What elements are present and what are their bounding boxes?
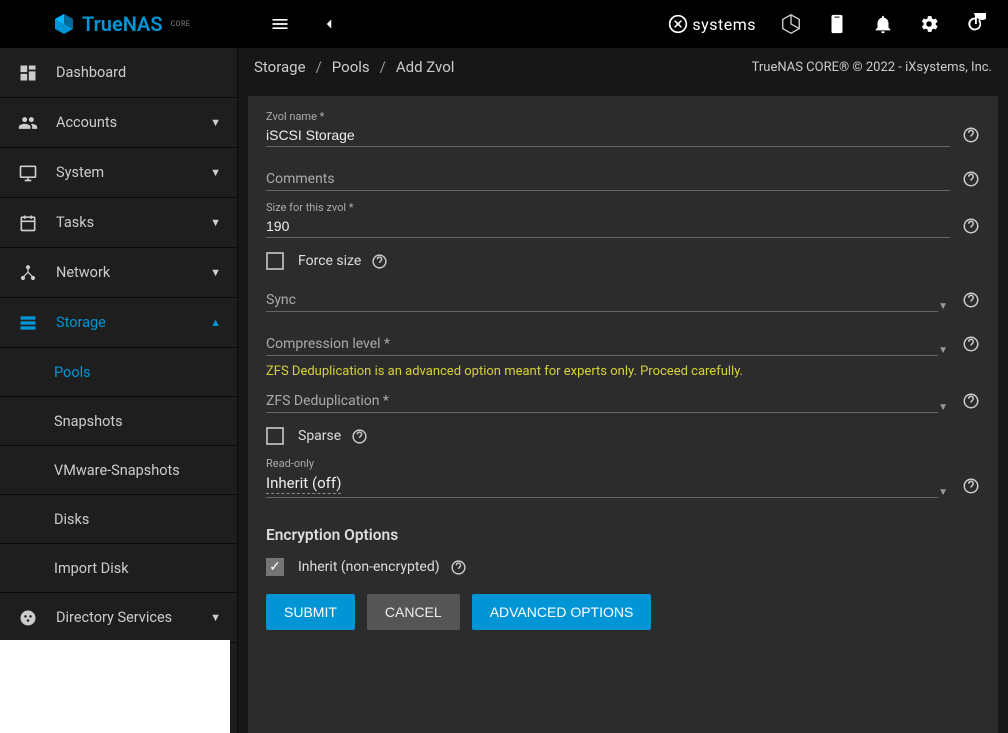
- crumb-storage[interactable]: Storage: [254, 58, 306, 76]
- inherit-encryption-label: Inherit (non-encrypted): [298, 559, 440, 575]
- copyright: TrueNAS CORE® © 2022 - iXsystems, Inc.: [752, 60, 992, 75]
- zvol-name-input[interactable]: [266, 123, 950, 147]
- compression-select[interactable]: Compression level *: [266, 332, 938, 356]
- sidebar-item-label: Directory Services: [56, 609, 172, 626]
- sidebar-item-label: System: [56, 164, 104, 181]
- network-icon: [16, 263, 40, 283]
- sidebar-item-system[interactable]: System ▼: [0, 148, 237, 198]
- breadcrumb: Storage / Pools / Add Zvol TrueNAS CORE®…: [238, 48, 1008, 86]
- chevron-down-icon: ▼: [938, 487, 948, 498]
- logo-text: TrueNAS: [82, 12, 163, 36]
- sidebar-item-dashboard[interactable]: Dashboard: [0, 48, 237, 98]
- help-icon[interactable]: [962, 126, 980, 147]
- ixsystems-logo[interactable]: systems: [668, 14, 756, 34]
- readonly-label: Read-only: [266, 457, 938, 470]
- form-area: Zvol name * Comments Size for this zvol …: [248, 96, 998, 733]
- clipboard-icon[interactable]: [826, 13, 848, 35]
- sidebar-subitem-import[interactable]: Import Disk: [0, 544, 237, 593]
- main: Storage / Pools / Add Zvol TrueNAS CORE®…: [238, 48, 1008, 733]
- help-icon[interactable]: [962, 392, 980, 413]
- sidebar-subitem-disks[interactable]: Disks: [0, 495, 237, 544]
- sidebar-item-label: Network: [56, 264, 110, 281]
- cancel-button[interactable]: CANCEL: [367, 594, 460, 630]
- chevron-up-icon: ▲: [210, 316, 221, 329]
- size-input[interactable]: [266, 214, 950, 238]
- back-icon[interactable]: [320, 15, 338, 33]
- gear-icon[interactable]: [918, 13, 940, 35]
- dashboard-icon: [16, 63, 40, 83]
- logo[interactable]: TrueNAS CORE: [52, 12, 190, 36]
- sidebar-subitem-snapshots[interactable]: Snapshots: [0, 397, 237, 446]
- hamburger-icon[interactable]: [270, 14, 290, 34]
- chevron-down-icon: ▼: [210, 266, 221, 279]
- truecommand-icon[interactable]: [780, 13, 802, 35]
- sparse-label: Sparse: [298, 428, 341, 444]
- logo-cube-icon: [52, 12, 76, 36]
- help-icon[interactable]: [351, 428, 368, 445]
- zvol-name-label: Zvol name *: [266, 110, 950, 123]
- sidebar-item-tasks[interactable]: Tasks ▼: [0, 198, 237, 248]
- crumb-pools[interactable]: Pools: [332, 58, 370, 76]
- help-icon[interactable]: [371, 253, 388, 270]
- help-icon[interactable]: [450, 559, 467, 576]
- size-label: Size for this zvol *: [266, 201, 950, 214]
- chevron-down-icon: ▼: [210, 166, 221, 179]
- sidebar-item-label: Dashboard: [56, 64, 126, 81]
- help-icon[interactable]: [962, 335, 980, 356]
- sidebar: Dashboard Accounts ▼ System ▼ Tasks ▼ Ne…: [0, 48, 238, 733]
- chevron-down-icon: ▼: [210, 611, 221, 624]
- ix-icon: [668, 14, 688, 34]
- sidebar-item-label: Storage: [56, 314, 106, 331]
- logo-sub: CORE: [171, 20, 191, 28]
- power-icon[interactable]: [964, 13, 986, 35]
- force-size-checkbox[interactable]: [266, 252, 284, 270]
- dedup-select[interactable]: ZFS Deduplication *: [266, 389, 938, 413]
- system-icon: [16, 163, 40, 183]
- sync-select[interactable]: Sync: [266, 288, 938, 312]
- help-icon[interactable]: [962, 217, 980, 238]
- tasks-icon: [16, 213, 40, 233]
- sidebar-item-label: Tasks: [56, 214, 94, 231]
- sidebar-subitem-pools[interactable]: Pools: [0, 348, 237, 397]
- help-icon[interactable]: [962, 170, 980, 191]
- force-size-label: Force size: [298, 253, 361, 269]
- crumb-add-zvol[interactable]: Add Zvol: [396, 58, 455, 76]
- bell-icon[interactable]: [872, 13, 894, 35]
- chevron-down-icon: ▼: [938, 402, 948, 413]
- bottom-overlay: [0, 640, 230, 733]
- encryption-section-title: Encryption Options: [266, 526, 980, 544]
- directory-icon: [16, 608, 40, 628]
- dedup-warning: ZFS Deduplication is an advanced option …: [266, 364, 980, 379]
- sidebar-subitem-vmware[interactable]: VMware-Snapshots: [0, 446, 237, 495]
- chevron-down-icon: ▼: [210, 116, 221, 129]
- topbar: TrueNAS CORE systems: [0, 0, 1008, 48]
- help-icon[interactable]: [962, 477, 980, 498]
- sparse-checkbox[interactable]: [266, 427, 284, 445]
- storage-icon: [16, 313, 40, 333]
- help-icon[interactable]: [962, 291, 980, 312]
- accounts-icon: [16, 113, 40, 133]
- sidebar-item-label: Accounts: [56, 114, 117, 131]
- readonly-select[interactable]: Inherit (off): [266, 474, 341, 494]
- sidebar-item-directory[interactable]: Directory Services ▼: [0, 593, 237, 643]
- sidebar-item-storage[interactable]: Storage ▲: [0, 298, 237, 348]
- chevron-down-icon: ▼: [938, 301, 948, 312]
- chevron-down-icon: ▼: [210, 216, 221, 229]
- inherit-encryption-checkbox[interactable]: ✓: [266, 558, 284, 576]
- submit-button[interactable]: SUBMIT: [266, 594, 355, 630]
- chevron-down-icon: ▼: [938, 345, 948, 356]
- comments-input[interactable]: Comments: [266, 167, 950, 191]
- sidebar-item-accounts[interactable]: Accounts ▼: [0, 98, 237, 148]
- sidebar-item-network[interactable]: Network ▼: [0, 248, 237, 298]
- advanced-options-button[interactable]: ADVANCED OPTIONS: [472, 594, 652, 630]
